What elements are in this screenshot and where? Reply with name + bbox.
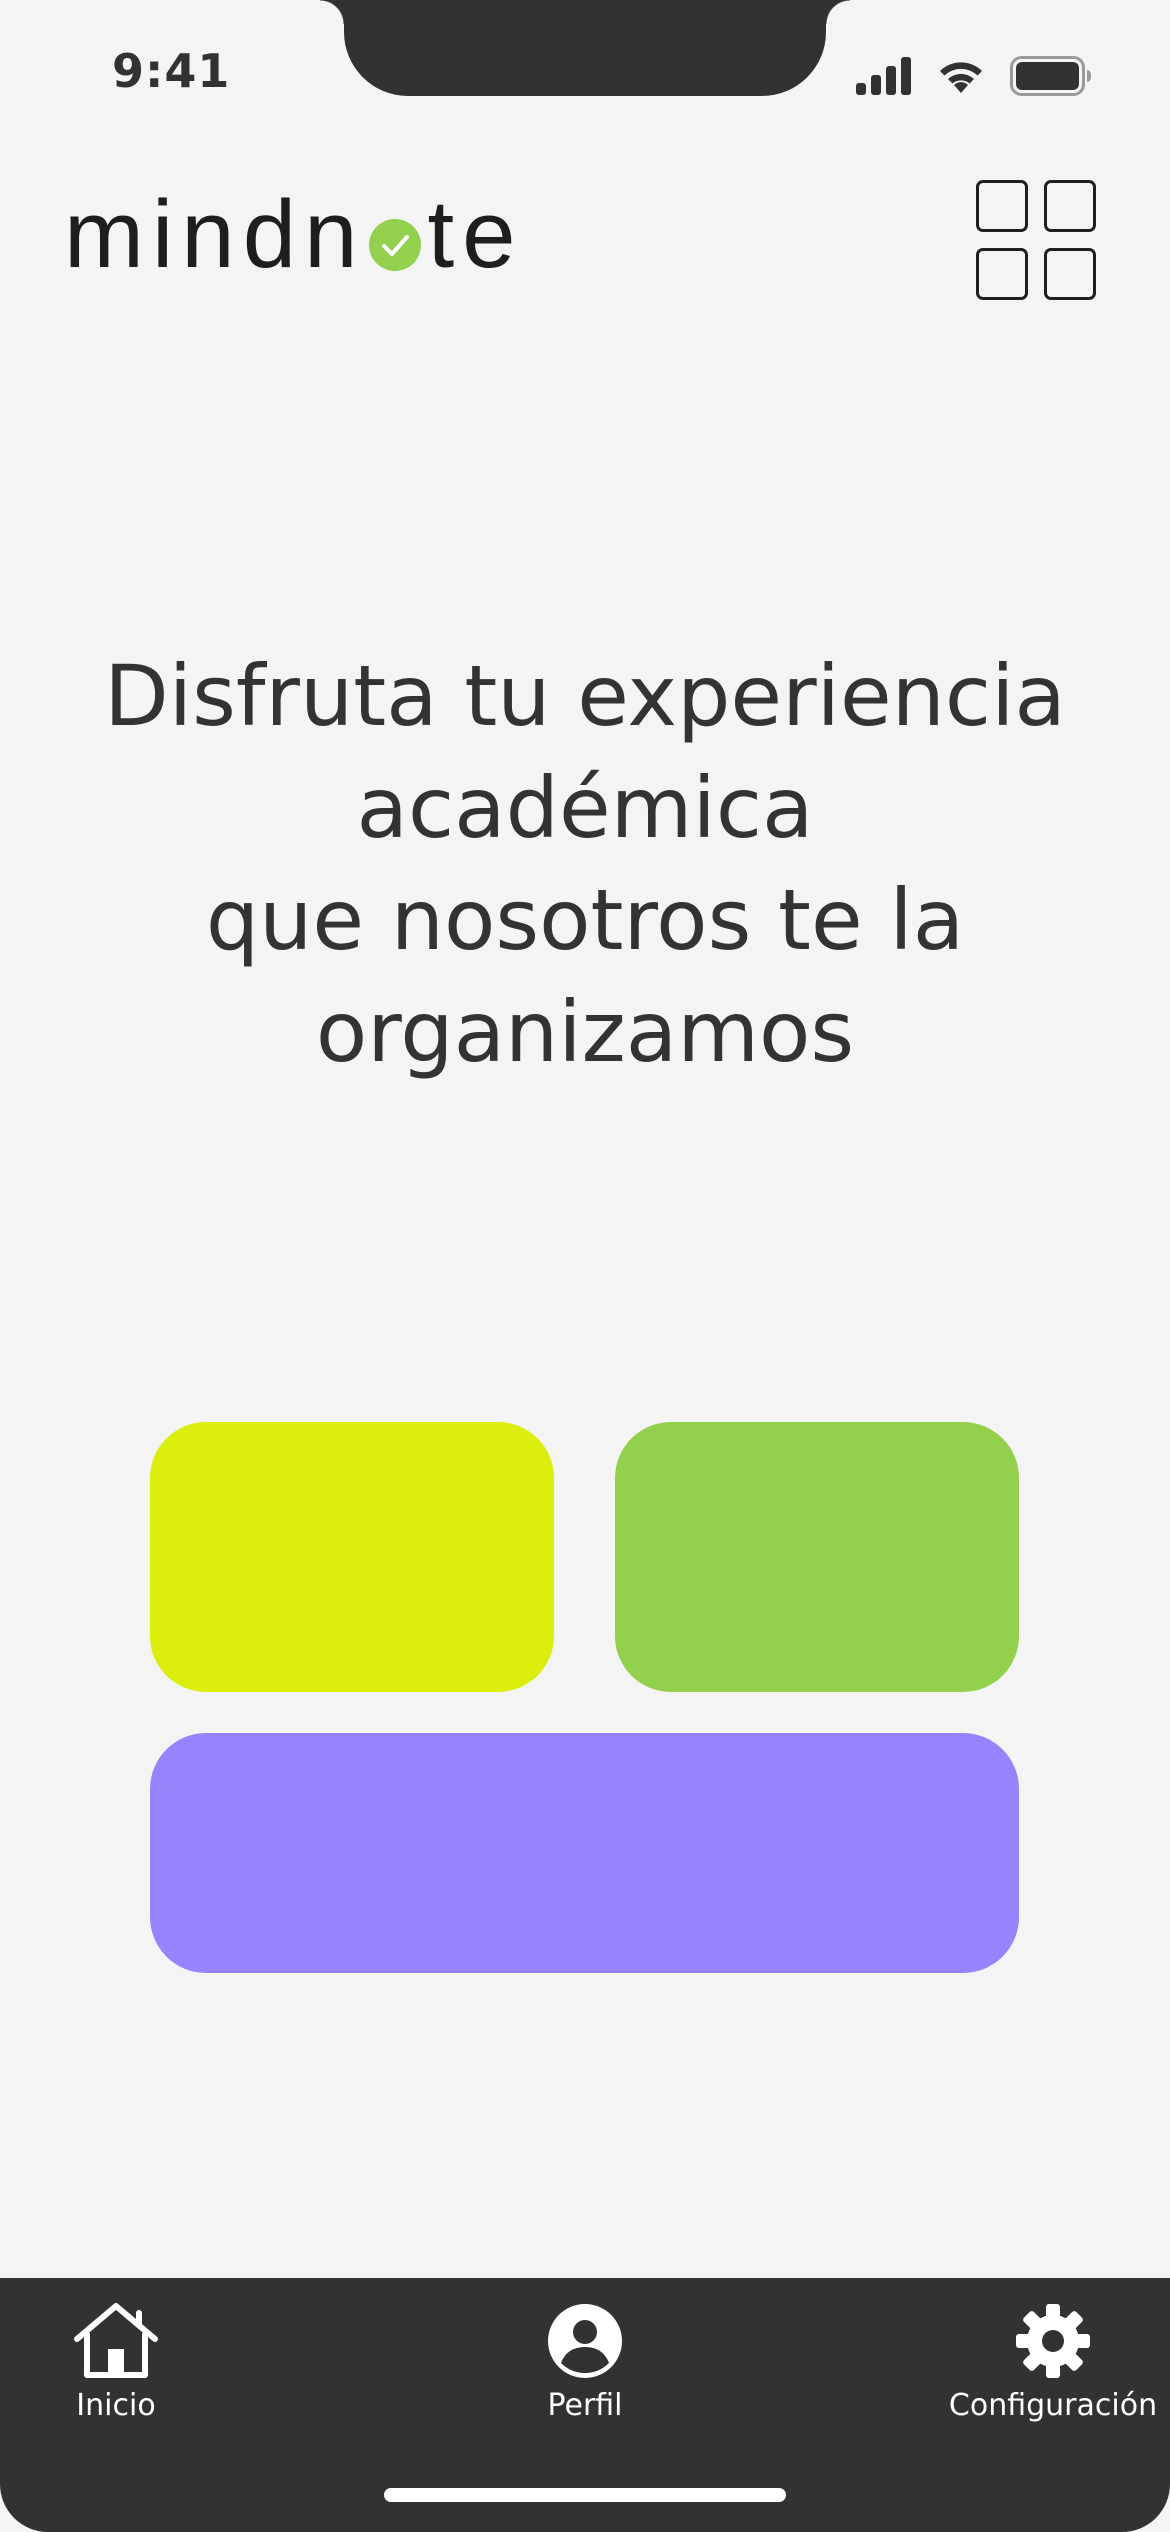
profile-icon: [540, 2298, 630, 2384]
notch: [320, 0, 850, 96]
grid-menu-icon[interactable]: [976, 180, 1100, 304]
phone-screen: 9:41 mindn te Disfruta tu experiencia ac…: [0, 0, 1170, 2532]
status-icons: [856, 54, 1092, 98]
nav-item-configuracion[interactable]: Configuración: [943, 2298, 1163, 2423]
nav-item-perfil[interactable]: Perfil: [535, 2298, 635, 2423]
hero-line: que nosotros te la: [205, 871, 965, 969]
home-icon: [71, 2298, 161, 2384]
battery-icon: [1010, 56, 1091, 96]
hero-line: Disfruta tu experiencia: [104, 647, 1066, 745]
nav-label-configuracion: Configuración: [948, 2388, 1158, 2423]
logo-text-prefix: mindn: [64, 181, 366, 288]
card-purple[interactable]: [150, 1733, 1019, 1973]
app-logo: mindn te: [64, 180, 524, 290]
grid-cell: [1044, 248, 1096, 300]
grid-cell: [976, 248, 1028, 300]
gear-icon: [1008, 2298, 1098, 2384]
hero-line: organizamos: [315, 983, 855, 1081]
grid-cell: [976, 180, 1028, 232]
nav-label-inicio: Inicio: [76, 2388, 156, 2423]
cellular-signal-icon: [856, 57, 911, 95]
nav-item-inicio[interactable]: Inicio: [66, 2298, 166, 2423]
home-indicator[interactable]: [384, 2488, 786, 2502]
nav-label-perfil: Perfil: [547, 2388, 623, 2423]
card-green[interactable]: [615, 1422, 1019, 1692]
logo-text-suffix: te: [427, 181, 524, 288]
bottom-nav: Inicio Perfil Configuración: [0, 2278, 1170, 2532]
hero-headline: Disfruta tu experiencia académica que no…: [40, 640, 1130, 1088]
status-time: 9:41: [112, 44, 231, 98]
wifi-icon: [940, 62, 982, 93]
hero-line: académica: [356, 759, 814, 857]
card-yellow[interactable]: [150, 1422, 554, 1692]
logo-check-icon: [369, 219, 422, 271]
grid-cell: [1044, 180, 1096, 232]
